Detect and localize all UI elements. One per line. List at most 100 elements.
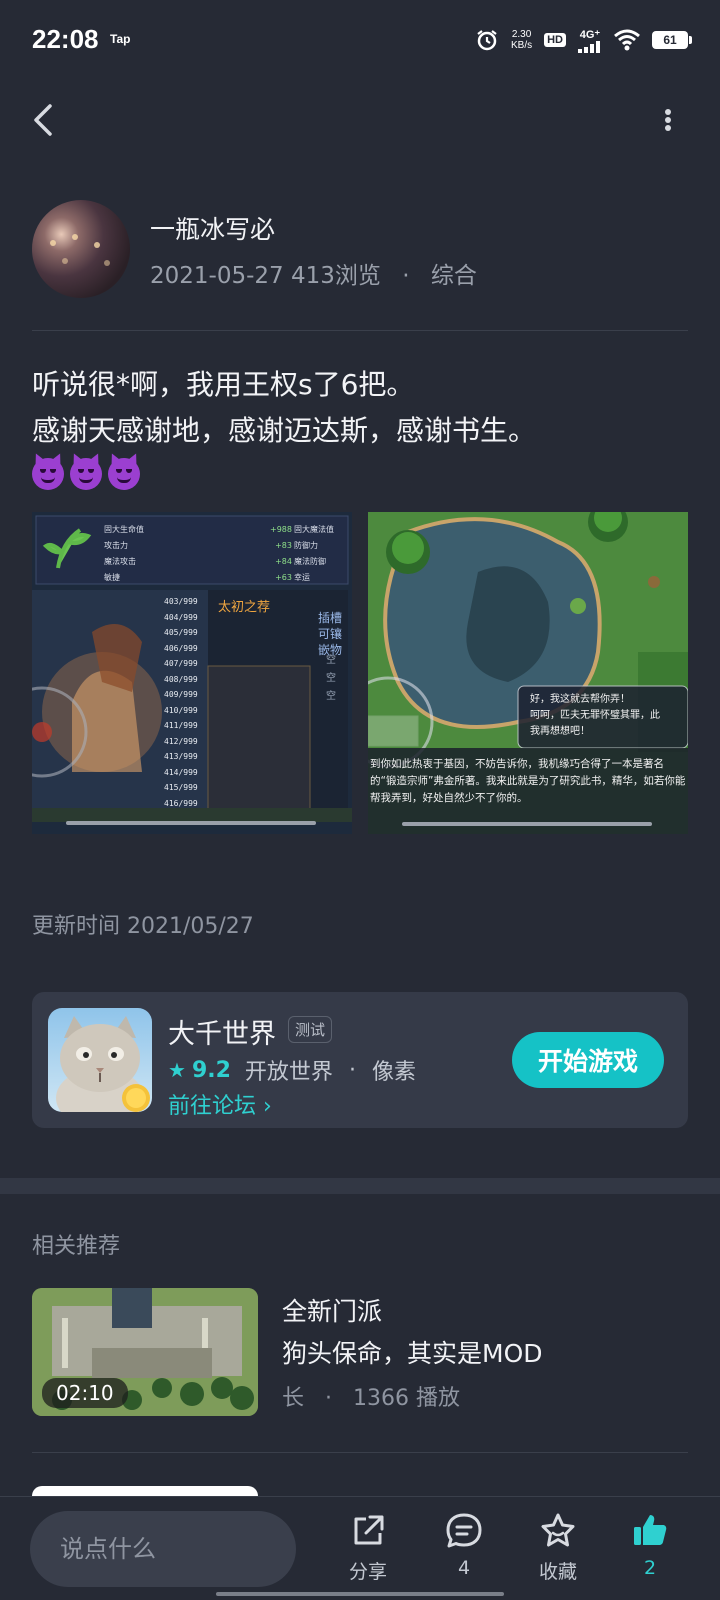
like-button[interactable]: 2 xyxy=(610,1511,690,1591)
slot-empty: 空 xyxy=(326,655,336,666)
game-tag: 像素 xyxy=(371,1060,416,1085)
count-item: 411/999 xyxy=(164,721,198,730)
signal-bars-icon xyxy=(578,40,600,53)
alarm-icon xyxy=(477,30,497,51)
thumbs-up-icon xyxy=(634,1515,667,1545)
meta-separator: · xyxy=(325,1386,333,1411)
share-icon xyxy=(354,1515,384,1545)
more-options-button[interactable] xyxy=(656,98,680,142)
post-meta: 2021-05-27 413浏览 · 综合 xyxy=(150,256,477,290)
post-views: 413浏览 xyxy=(290,263,381,289)
game-meta: ★ 9.2 开放世界 · 像素 xyxy=(168,1054,416,1086)
net-speed-unit: KB/s xyxy=(510,40,533,51)
dialog-narration: 到你如此热衷于基因，不妨告诉你，我机缘巧合得了一本是著名的“锻造宗师”弗金所著。… xyxy=(370,758,686,804)
count-item: 414/999 xyxy=(164,767,198,777)
count-item: 407/999 xyxy=(164,659,198,668)
count-list: 403/999 404/999 405/999 406/999 407/999 … xyxy=(164,594,198,811)
game-tag: 开放世界 xyxy=(244,1060,333,1085)
post-body: 听说很*啊，我用王权s了6把。 感谢天感谢地，感谢迈达斯，感谢书生。 xyxy=(32,362,692,490)
post-image-2[interactable]: 好，我这就去帮你弄！ 呵呵，匹夫无罪怀璧其罪，此 我再想想吧！ 到你如此热衷于基… xyxy=(368,512,688,834)
related-divider xyxy=(32,1452,688,1453)
like-count: 2 xyxy=(643,1557,657,1579)
count-item: 406/999 xyxy=(164,643,198,653)
video-plays: 1366 播放 xyxy=(353,1386,460,1411)
start-game-button[interactable]: 开始游戏 xyxy=(512,1032,664,1088)
update-time: 更新时间 2021/05/27 xyxy=(32,914,254,939)
post-category: 综合 xyxy=(430,263,477,289)
author-block: 一瓶冰写必 2021-05-27 413浏览 · 综合 xyxy=(32,200,688,298)
stat-name: 防御力 xyxy=(294,541,318,550)
more-vertical-icon xyxy=(665,109,671,131)
stat-name: 攻击力 xyxy=(104,541,128,550)
game-icon xyxy=(48,1008,152,1112)
home-indicator[interactable] xyxy=(216,1592,504,1596)
avatar[interactable] xyxy=(32,200,130,298)
count-item: 412/999 xyxy=(164,736,198,746)
meta-separator: · xyxy=(402,263,410,289)
net-speed-value: 2.30 xyxy=(511,29,532,40)
count-item: 404/999 xyxy=(164,612,198,622)
share-label: 分享 xyxy=(348,1561,387,1583)
favorite-button[interactable]: 收藏 xyxy=(518,1511,598,1591)
count-item: 405/999 xyxy=(164,628,198,637)
game-card[interactable]: 大千世界 测试 ★ 9.2 开放世界 · 像素 前往论坛 › 开始游戏 xyxy=(32,992,688,1128)
tag-separator: · xyxy=(348,1057,356,1083)
devil-emoji-icon xyxy=(32,458,64,490)
stat-name: 魔法防御 xyxy=(294,557,326,566)
devil-emoji-icon xyxy=(108,458,140,490)
favorite-label: 收藏 xyxy=(538,1561,577,1583)
post-line-1: 听说很*啊，我用王权s了6把。 xyxy=(32,368,415,401)
comment-button[interactable]: 4 xyxy=(424,1511,504,1591)
count-item: 408/999 xyxy=(164,674,198,684)
star-outline-icon xyxy=(541,1513,575,1547)
cell-signal: 4G⁺ xyxy=(578,28,602,53)
tap-badge: Tap xyxy=(110,32,131,46)
count-item: 410/999 xyxy=(164,705,198,715)
comment-icon xyxy=(446,1513,482,1548)
stat-name: 魔法攻击 xyxy=(104,557,136,566)
forum-link[interactable]: 前往论坛 › xyxy=(168,1088,272,1120)
emoji-row xyxy=(32,458,692,490)
section-separator xyxy=(0,1178,720,1194)
video-author: 长 xyxy=(282,1386,305,1411)
share-button[interactable]: 分享 xyxy=(328,1511,408,1591)
status-time: 22:08 xyxy=(32,24,99,54)
stat-value: +988 xyxy=(270,525,292,534)
comment-count: 4 xyxy=(457,1557,471,1579)
header-divider xyxy=(32,330,688,331)
status-bar: 22:08 Tap 2.30 KB/s HD 4G⁺ 61 xyxy=(0,0,720,80)
stat-name: 固大魔法值 xyxy=(294,525,334,534)
video-meta: 长 · 1366 播放 xyxy=(282,1380,460,1412)
dialog-line: 好，我这就去帮你弄！ xyxy=(530,694,630,705)
dialog-line: 呵呵，匹夫无罪怀璧其罪，此 xyxy=(530,710,660,721)
back-button[interactable] xyxy=(26,98,66,142)
related-heading: 相关推荐 xyxy=(32,1234,121,1259)
test-badge: 测试 xyxy=(288,1016,333,1043)
top-nav xyxy=(0,90,720,150)
star-icon: ★ xyxy=(168,1058,186,1082)
comment-input[interactable] xyxy=(30,1511,296,1587)
count-item: 415/999 xyxy=(164,783,198,792)
post-images: 固大生命值 攻击力 魔法攻击 敏捷 +988 +83 +84 +63 固大魔法值… xyxy=(32,512,688,834)
status-icons: 2.30 KB/s HD 4G⁺ 61 xyxy=(475,24,692,56)
stat-value: +63 xyxy=(275,573,292,582)
devil-emoji-icon xyxy=(70,458,102,490)
stat-value: +84 xyxy=(275,557,292,566)
hd-badge: HD xyxy=(544,33,566,47)
stat-name: 固大生命值 xyxy=(104,525,144,534)
count-item: 409/999 xyxy=(164,690,198,699)
stat-name: 敏捷 xyxy=(104,573,120,582)
post-date: 2021-05-27 xyxy=(150,263,284,289)
count-item: 416/999 xyxy=(164,798,198,808)
count-item: 403/999 xyxy=(164,597,198,606)
author-name[interactable]: 一瓶冰写必 xyxy=(150,210,275,246)
dialog-line: 我再想想吧！ xyxy=(530,726,590,737)
related-video-item[interactable]: 02:10 全新门派 狗头保命，其实是MOD 长 · 1366 播放 xyxy=(32,1288,688,1418)
game-title: 大千世界 xyxy=(168,1019,276,1050)
slot-empty: 空 xyxy=(326,673,336,684)
game-rating: 9.2 xyxy=(191,1057,231,1083)
video-duration: 02:10 xyxy=(42,1378,128,1408)
post-image-1[interactable]: 固大生命值 攻击力 魔法攻击 敏捷 +988 +83 +84 +63 固大魔法值… xyxy=(32,512,352,834)
slot-label: 插槽可镶嵌物 xyxy=(318,611,343,657)
video-title-line-1: 全新门派 xyxy=(282,1297,383,1326)
